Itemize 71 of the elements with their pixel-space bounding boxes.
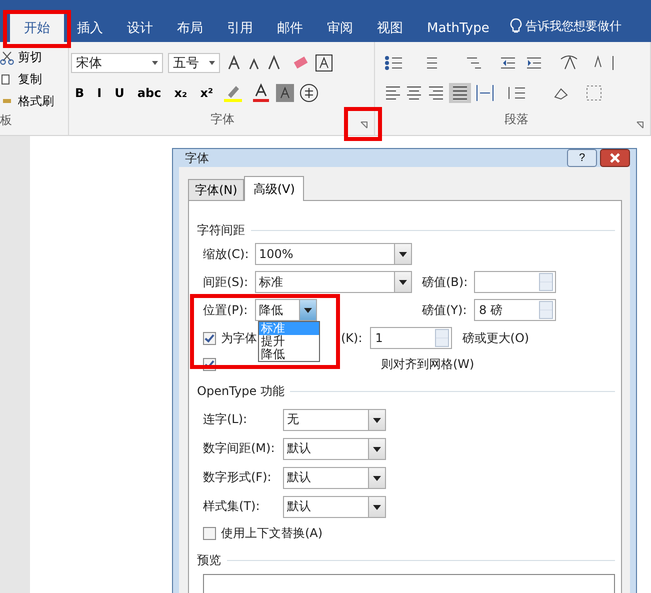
ribbon-tab[interactable]: 设计 [116,14,164,42]
kerning-checkbox[interactable] [203,332,216,344]
clipboard-button[interactable]: 复制 [17,70,43,89]
position-points-spinner[interactable]: 8 磅 [474,299,556,321]
shading-icon [276,84,294,102]
field-label: 磅值(Y): [422,302,468,318]
format-button[interactable]: U [110,85,128,101]
position-combo[interactable]: 降低 [255,299,317,321]
spacing-combo[interactable]: 标准 [255,271,412,293]
field-label: 间距(S): [203,274,250,290]
ribbon-tab[interactable]: 引用 [216,14,264,42]
kerning-spinner[interactable]: 1 [370,327,452,349]
spacing-points-spinner[interactable] [474,271,556,293]
format-button[interactable]: I [93,85,106,101]
close-icon [609,153,621,163]
field-label: 数字间距(M): [203,440,276,457]
highlight-frame [3,10,71,48]
font-color-icon [251,83,272,103]
section-heading: 字符间距 [197,222,245,238]
ribbon-tab[interactable]: 开始 [10,14,64,42]
field-label: 缩放(C): [203,246,250,262]
ribbon-tab[interactable]: 布局 [166,14,214,42]
clipboard-button[interactable]: 剪切 [17,48,43,67]
dialog-title: 字体 [185,150,210,166]
opentype-combo[interactable]: 默认 [283,438,386,460]
field-label: 数字形式(F): [203,469,272,486]
section-heading: OpenType 功能 [197,382,284,400]
field-label: 位置(P): [203,302,249,318]
field-label: 磅或更大(O) [462,330,530,346]
font-name-combo[interactable]: 宋体 [71,53,163,73]
enclosed-character-icon [299,83,320,103]
dropdown-option[interactable]: 降低 [259,348,319,361]
field-label: 样式集(T): [203,498,261,515]
font-size-combo[interactable]: 五号 [168,53,220,73]
field-label: 连字(L): [203,411,248,428]
clipboard-button[interactable]: 格式刷 [17,92,55,111]
close-button[interactable] [600,149,630,167]
format-button[interactable]: abc [133,85,166,101]
dialog-launcher-icon[interactable] [636,121,644,129]
ribbon-tab[interactable]: MathType [416,14,500,42]
group-label: 板 [0,112,13,129]
ribbon-tab[interactable]: 视图 [366,14,414,42]
ribbon-tab[interactable]: 插入 [66,14,114,42]
format-button[interactable]: B [71,85,88,101]
scale-combo[interactable]: 100% [255,243,412,265]
field-label: 磅值(B): [422,274,469,290]
section-heading: 预览 [197,552,221,568]
tell-me-field[interactable]: 告诉我您想要做什 [525,18,622,42]
opentype-combo[interactable]: 无 [283,408,386,430]
checkbox-label: 为字体 [221,330,257,346]
checkbox-label: (K): [341,331,362,345]
dialog-tab[interactable]: 高级(V) [244,176,304,201]
dialog-tab[interactable]: 字体(N) [188,179,244,200]
group-label: 段落 [504,111,528,128]
format-button[interactable]: x² [196,85,218,101]
highlight-frame [344,107,382,141]
help-button[interactable]: ? [567,149,597,167]
group-label: 字体 [210,111,234,128]
opentype-combo[interactable]: 默认 [283,496,386,518]
contextual-checkbox[interactable] [203,526,216,540]
ribbon-tab[interactable]: 审阅 [316,14,364,42]
format-button[interactable]: x₂ [170,85,192,101]
dropdown-option[interactable]: 提升 [259,335,319,348]
scissors-icon [0,50,14,64]
ribbon-tab[interactable]: 邮件 [266,14,314,42]
checkbox-label: 则对齐到网格(W) [381,356,474,372]
character-border-icon [315,54,333,72]
opentype-combo[interactable]: 默认 [283,466,386,488]
dialog-launcher-icon[interactable] [360,121,368,129]
checkbox-label: 使用上下文替换(A) [221,524,323,542]
lightbulb-icon [510,18,522,34]
